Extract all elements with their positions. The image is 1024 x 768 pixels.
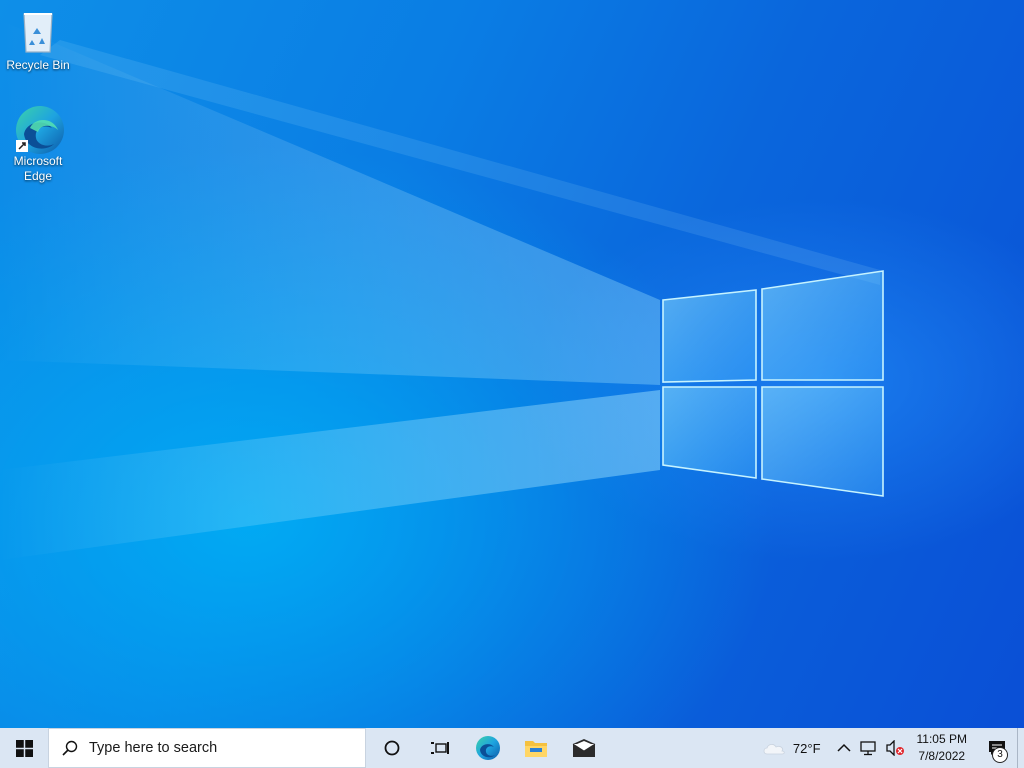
taskbar-file-explorer-button[interactable] xyxy=(512,728,560,768)
desktop-icon-recycle-bin[interactable]: Recycle Bin xyxy=(2,8,74,73)
search-placeholder: Type here to search xyxy=(89,740,218,756)
taskbar-clock[interactable]: 11:05 PM 7/8/2022 xyxy=(909,728,977,768)
show-desktop-button[interactable] xyxy=(1017,728,1024,768)
network-icon xyxy=(859,741,876,756)
task-view-icon xyxy=(431,742,449,754)
cloud-icon xyxy=(763,744,785,755)
desktop-icon-label: Recycle Bin xyxy=(6,58,70,72)
network-status-button[interactable] xyxy=(855,728,881,768)
show-hidden-icons-button[interactable] xyxy=(833,728,855,768)
mail-icon xyxy=(572,739,596,757)
task-view-button[interactable] xyxy=(416,728,464,768)
cortana-button[interactable] xyxy=(368,728,416,768)
recycle-bin-icon xyxy=(14,8,62,56)
desktop-icon-label: Microsoft Edge xyxy=(13,154,63,183)
cortana-circle-icon xyxy=(384,740,400,756)
volume-button[interactable] xyxy=(881,728,909,768)
weather-temperature: 72°F xyxy=(792,740,821,756)
clock-time: 11:05 PM xyxy=(916,732,967,746)
volume-muted-icon xyxy=(885,740,904,756)
desktop-background: Recycle Bin Microsoft Edge xyxy=(0,0,1024,728)
start-button[interactable] xyxy=(0,728,48,768)
search-icon xyxy=(62,740,78,756)
clock-date: 7/8/2022 xyxy=(918,749,966,763)
action-center-button[interactable]: 3 xyxy=(977,728,1017,768)
taskbar-search-box[interactable]: Type here to search xyxy=(48,728,366,768)
windows-wallpaper-logo xyxy=(662,270,884,497)
taskbar-mail-button[interactable] xyxy=(560,728,608,768)
windows-start-icon xyxy=(15,739,33,757)
taskbar: Type here to search 72°F 11:05 PM 7/8/20… xyxy=(0,728,1024,768)
taskbar-edge-button[interactable] xyxy=(464,728,512,768)
folder-icon xyxy=(525,741,547,757)
edge-icon xyxy=(14,104,64,154)
system-tray: 72°F 11:05 PM 7/8/2022 3 xyxy=(757,728,1024,768)
weather-widget[interactable]: 72°F xyxy=(757,728,825,768)
desktop-icon-microsoft-edge[interactable]: Microsoft Edge xyxy=(2,104,74,184)
chevron-up-icon xyxy=(836,743,851,752)
edge-icon xyxy=(476,736,500,760)
notification-count-badge: 3 xyxy=(992,747,1008,763)
